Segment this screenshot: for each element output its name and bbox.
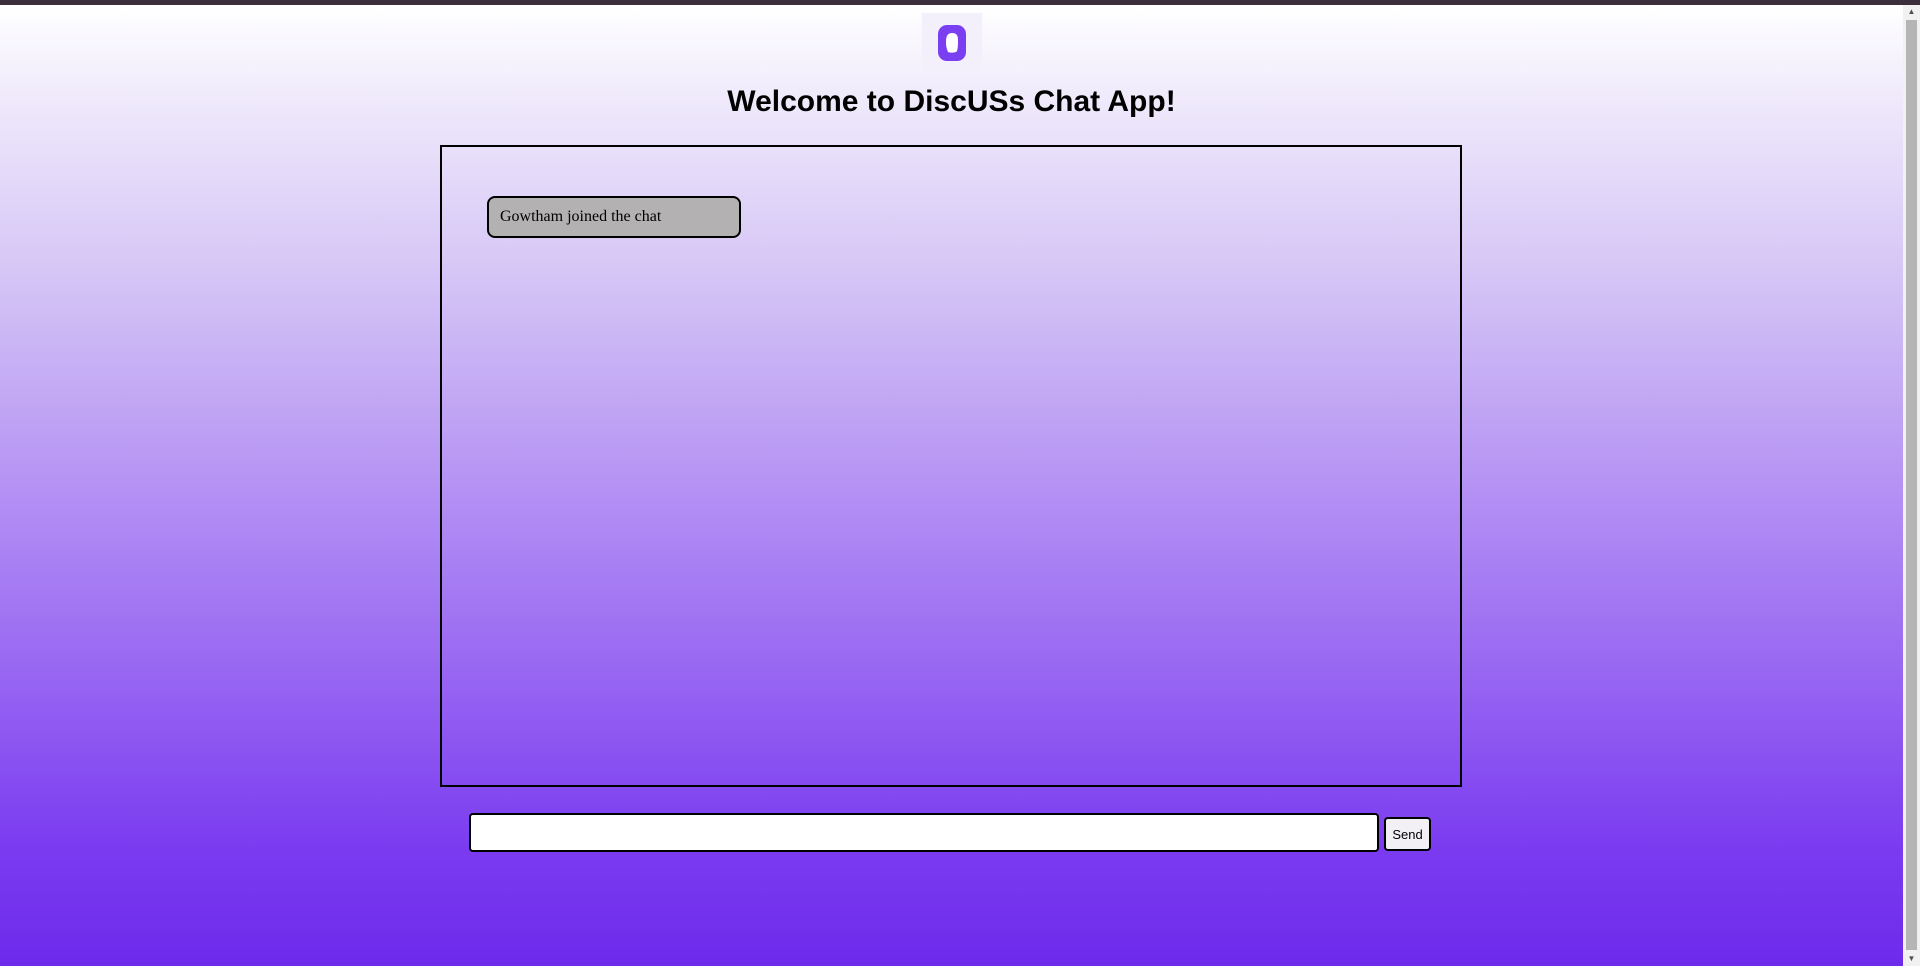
scroll-thumb[interactable] — [1906, 20, 1917, 950]
page-scrollbar[interactable]: ▲ ▼ — [1903, 5, 1920, 966]
send-button[interactable]: Send — [1384, 817, 1431, 851]
app-logo — [922, 13, 982, 73]
page-background: Welcome to DiscUSs Chat App! Gowtham joi… — [0, 5, 1903, 966]
chat-messages-panel[interactable]: Gowtham joined the chat — [440, 145, 1462, 787]
page-title: Welcome to DiscUSs Chat App! — [727, 85, 1176, 118]
scroll-up-arrow-icon[interactable]: ▲ — [1903, 5, 1920, 19]
scroll-down-arrow-icon[interactable]: ▼ — [1903, 952, 1920, 966]
message-input[interactable] — [469, 813, 1379, 852]
system-message: Gowtham joined the chat — [487, 196, 741, 238]
chat-bubble-icon — [938, 25, 966, 61]
